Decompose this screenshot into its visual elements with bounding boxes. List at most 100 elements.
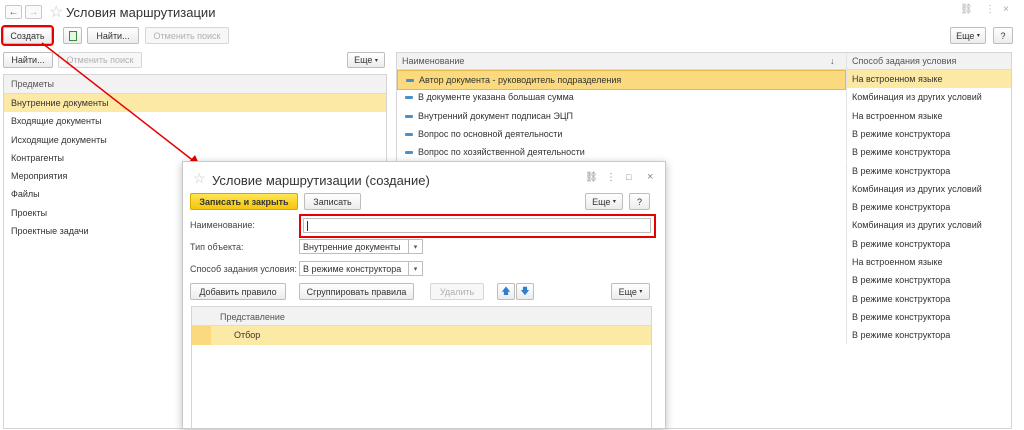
table-row[interactable]: Вопрос по основной деятельности В режиме … (397, 124, 1011, 144)
chevron-down-icon: ▾ (639, 289, 643, 295)
move-down-button[interactable]: 🡇 (516, 283, 534, 300)
condition-method-cell: В режиме конструктора (846, 271, 1011, 290)
back-button[interactable]: ← (5, 5, 22, 19)
condition-name: Внутренний документ подписан ЭЦП (418, 110, 573, 121)
copy-button[interactable] (63, 27, 82, 44)
item-icon (406, 79, 414, 82)
condition-method-cell: На встроенном языке (846, 70, 1011, 89)
item-icon (405, 151, 413, 155)
condition-method-cell: В режиме конструктора (846, 307, 1011, 327)
representation-header: Представление (220, 312, 285, 322)
condition-name-cell: В документе указана большая сумма (397, 88, 846, 106)
text-cursor (307, 220, 308, 231)
cancel-search-button[interactable]: Отменить поиск (145, 27, 229, 44)
arrow-down-icon: 🡇 (520, 285, 530, 296)
table-row[interactable]: В документе указана большая сумма Комбина… (397, 88, 1011, 107)
condition-method-select[interactable]: В режиме конструктора (299, 261, 409, 276)
arrow-left-icon: ← (8, 6, 19, 18)
condition-name-cell: Вопрос по хозяйственной деятельности (397, 143, 846, 161)
condition-name: Вопрос по основной деятельности (418, 128, 563, 139)
condition-method-cell: Комбинация из других условий (846, 88, 1011, 107)
condition-method-cell: В режиме конструктора (846, 289, 1011, 308)
dialog-title: Условие маршрутизации (создание) (212, 173, 430, 188)
more-vertical-icon[interactable]: ⋮ (985, 4, 995, 15)
arrow-right-icon: → (28, 6, 39, 18)
condition-method-cell: В режиме конструктора (846, 326, 1011, 345)
row-marker (192, 326, 211, 345)
table-row[interactable]: Внутренний документ подписан ЭЦП На встро… (397, 106, 1011, 125)
save-button[interactable]: Записать (304, 193, 361, 210)
name-label: Наименование: (190, 220, 255, 230)
subject-item[interactable]: Входящие документы (4, 112, 386, 130)
save-and-close-button[interactable]: Записать и закрыть (190, 193, 298, 210)
dialog-close-icon[interactable]: × (647, 171, 653, 183)
link-icon[interactable]: ⛓ (960, 4, 973, 15)
condition-method-cell: Комбинация из других условий (846, 216, 1011, 235)
table-header: Наименование ↓ Способ задания условия (397, 53, 1011, 70)
help-button[interactable]: ? (993, 27, 1013, 44)
col-name-header[interactable]: Наименование ↓ (397, 53, 846, 70)
condition-name: Автор документа - руководитель подраздел… (419, 75, 622, 85)
arrow-up-icon: 🡅 (501, 285, 511, 296)
dialog-window: ☆ Условие маршрутизации (создание) ⛓ ⋮ □… (182, 161, 666, 430)
favorite-star-icon[interactable]: ☆ (49, 2, 63, 22)
rules-grid: Представление Отбор (191, 306, 652, 430)
condition-method-label: Способ задания условия: (190, 264, 297, 274)
dialog-more-vertical-icon[interactable]: ⋮ (606, 172, 616, 183)
object-type-select[interactable]: Внутренние документы (299, 239, 409, 254)
move-up-button[interactable]: 🡅 (497, 283, 515, 300)
dialog-help-button[interactable]: ? (629, 193, 650, 210)
close-icon[interactable]: × (1003, 4, 1009, 15)
sort-arrow-icon: ↓ (830, 56, 835, 66)
chevron-down-icon: ▾ (374, 57, 378, 64)
filter-node-label: Отбор (234, 330, 261, 340)
delete-button[interactable]: Удалить (430, 283, 484, 300)
left-more-button[interactable]: Еще ▾ (347, 52, 385, 68)
rules-grid-header: Представление (192, 307, 651, 326)
dialog-more-button[interactable]: Еще ▾ (585, 193, 623, 210)
item-icon (405, 114, 413, 118)
find-button[interactable]: Найти... (87, 27, 139, 44)
dialog-link-icon[interactable]: ⛓ (585, 172, 598, 183)
copy-document-icon (68, 30, 77, 41)
object-type-label: Тип объекта: (190, 242, 244, 252)
condition-method-cell: В режиме конструктора (846, 161, 1011, 180)
table-row[interactable]: Автор документа - руководитель подраздел… (397, 70, 1011, 91)
condition-name: В документе указана большая сумма (418, 92, 574, 103)
condition-name-cell: Вопрос по основной деятельности (397, 125, 846, 143)
item-icon (405, 96, 413, 100)
condition-method-dropdown-icon[interactable]: ▾ (409, 261, 423, 276)
rules-grid-row[interactable]: Отбор (192, 326, 651, 345)
add-rule-button[interactable]: Добавить правило (190, 283, 286, 300)
group-rules-button[interactable]: Сгруппировать правила (299, 283, 414, 300)
left-find-button[interactable]: Найти... (3, 52, 53, 68)
condition-method-cell: В режиме конструктора (846, 124, 1011, 144)
dialog-favorite-star-icon[interactable]: ☆ (193, 170, 206, 187)
create-button[interactable]: Создать (1, 25, 54, 46)
condition-method-cell: В режиме конструктора (846, 234, 1011, 253)
condition-method-cell: В режиме конструктора (846, 143, 1011, 162)
forward-button[interactable]: → (25, 5, 42, 19)
name-field[interactable] (303, 218, 651, 233)
left-cancel-search-button[interactable]: Отменить поиск (58, 52, 142, 68)
page-title: Условия маршрутизации (66, 5, 216, 20)
col-method-header[interactable]: Способ задания условия (846, 53, 1011, 70)
condition-method-cell: Комбинация из других условий (846, 179, 1011, 199)
condition-name-cell: Внутренний документ подписан ЭЦП (397, 107, 846, 125)
subject-item[interactable]: Исходящие документы (4, 131, 386, 149)
dialog-more-label: Еще (592, 196, 611, 207)
condition-method-cell: В режиме конструктора (846, 198, 1011, 217)
condition-name: Вопрос по хозяйственной деятельности (418, 147, 585, 158)
object-type-dropdown-icon[interactable]: ▾ (409, 239, 423, 254)
dialog-maximize-icon[interactable]: □ (626, 172, 631, 182)
more-label: Еще (956, 30, 975, 41)
more-button[interactable]: Еще ▾ (950, 27, 986, 44)
chevron-down-icon: ▾ (976, 33, 980, 39)
rules-more-button[interactable]: Еще ▾ (611, 283, 650, 300)
left-more-label: Еще (354, 55, 373, 65)
subject-item[interactable]: Внутренние документы (4, 94, 386, 113)
table-row[interactable]: Вопрос по хозяйственной деятельности В ре… (397, 143, 1011, 162)
chevron-down-icon: ▾ (612, 199, 616, 205)
col-name-label: Наименование (402, 56, 465, 66)
subjects-header: Предметы (4, 75, 386, 94)
